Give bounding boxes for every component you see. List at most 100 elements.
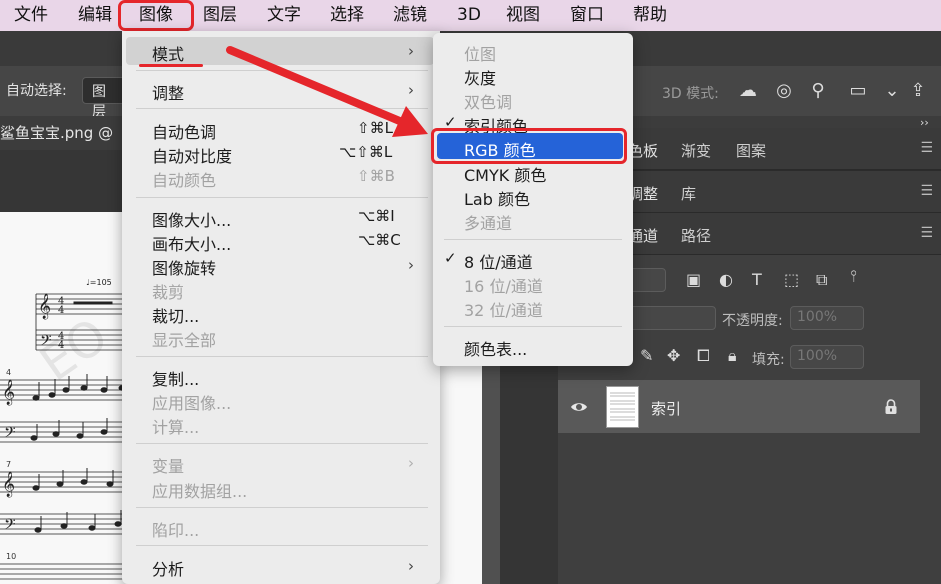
menu-select[interactable]: 选择 bbox=[330, 0, 364, 31]
menu-separator bbox=[136, 70, 428, 71]
menu-item-crop: 裁剪 bbox=[152, 279, 184, 303]
menu-separator bbox=[444, 239, 622, 240]
menu-item-adjustments[interactable]: 调整 bbox=[152, 80, 184, 104]
panel-menu-icon[interactable]: ☰ bbox=[920, 183, 933, 199]
menu-item-trap: 陷印... bbox=[152, 517, 199, 541]
document-tab[interactable]: 鲨鱼宝宝.png @ bbox=[0, 122, 113, 143]
chevron-right-icon: › bbox=[408, 42, 414, 60]
menu-item-calculations: 计算... bbox=[152, 414, 199, 438]
lock-icon bbox=[884, 399, 898, 415]
menu-item-auto-color: 自动颜色 bbox=[152, 167, 216, 191]
menu-item-reveal-all: 显示全部 bbox=[152, 327, 216, 351]
mode-multichannel: 多通道 bbox=[464, 210, 512, 234]
mode-8-bits[interactable]: 8 位/通道 bbox=[464, 249, 533, 273]
fill-label: 填充: bbox=[752, 349, 785, 369]
roll-3d-icon[interactable]: ◎ bbox=[772, 80, 796, 102]
chevron-right-icon: › bbox=[408, 81, 414, 99]
svg-text:𝄞: 𝄞 bbox=[2, 379, 15, 405]
mode-annotation-underline bbox=[139, 64, 203, 67]
menu-item-auto-contrast[interactable]: 自动对比度 bbox=[152, 143, 232, 167]
menu-item-image-rotation[interactable]: 图像旋转 bbox=[152, 255, 216, 279]
brush-icon[interactable]: ✎ bbox=[640, 346, 653, 365]
filter-pixel-icon[interactable]: ▣ bbox=[686, 270, 701, 289]
mode-bitmap: 位图 bbox=[464, 41, 496, 65]
menu-item-auto-tone[interactable]: 自动色调 bbox=[152, 119, 216, 143]
opacity-input[interactable]: 100% bbox=[790, 306, 864, 330]
opacity-label: 不透明度: bbox=[722, 310, 783, 330]
mode-color-table[interactable]: 颜色表... bbox=[464, 336, 527, 360]
orbit-3d-icon[interactable]: ☁ bbox=[736, 80, 760, 102]
checkmark-icon: ✓ bbox=[444, 249, 457, 267]
search-icon[interactable]: ⚲ bbox=[806, 80, 830, 102]
3d-mode-label: 3D 模式: bbox=[662, 83, 719, 103]
menu-item-apply-image: 应用图像... bbox=[152, 390, 231, 414]
menu-item-image-size[interactable]: 图像大小... bbox=[152, 207, 231, 231]
mode-lab-color[interactable]: Lab 颜色 bbox=[464, 186, 530, 210]
mode-duotone: 双色调 bbox=[464, 89, 512, 113]
svg-text:4: 4 bbox=[58, 305, 64, 316]
filter-adjustment-icon[interactable]: ◐ bbox=[719, 270, 733, 289]
svg-text:𝄞: 𝄞 bbox=[38, 293, 51, 319]
menu-separator bbox=[136, 108, 428, 109]
svg-text:𝄢: 𝄢 bbox=[40, 332, 52, 353]
menu-item-variables: 变量 bbox=[152, 453, 184, 477]
mode-16-bits: 16 位/通道 bbox=[464, 273, 543, 297]
menu-bar: 文件 编辑 图像 图层 文字 选择 滤镜 3D 视图 窗口 帮助 bbox=[0, 0, 941, 31]
menu-help[interactable]: 帮助 bbox=[633, 0, 667, 31]
chevron-right-icon: › bbox=[408, 454, 414, 472]
image-menu-annotation-box bbox=[118, 0, 194, 31]
menu-separator bbox=[136, 507, 428, 508]
svg-text:𝄞: 𝄞 bbox=[2, 471, 15, 497]
menu-filter[interactable]: 滤镜 bbox=[393, 0, 427, 31]
panel-group-adjustments: ☰ bbox=[630, 171, 941, 213]
chevron-down-icon[interactable]: ⌄ bbox=[880, 80, 904, 102]
rgb-annotation-box bbox=[431, 128, 627, 164]
shortcut-canvas-size: ⌥⌘C bbox=[358, 231, 401, 249]
share-icon[interactable]: ⇪ bbox=[906, 80, 930, 102]
workspace-icon[interactable]: ▭ bbox=[846, 80, 870, 102]
menu-layer[interactable]: 图层 bbox=[203, 0, 237, 31]
move-icon[interactable]: ✥ bbox=[667, 346, 680, 365]
menu-edit[interactable]: 编辑 bbox=[78, 0, 112, 31]
eye-icon[interactable] bbox=[570, 398, 588, 416]
menu-window[interactable]: 窗口 bbox=[570, 0, 604, 31]
panel-menu-icon[interactable]: ☰ bbox=[920, 140, 933, 156]
menu-separator bbox=[136, 545, 428, 546]
filter-type-icon[interactable]: T bbox=[752, 270, 762, 289]
auto-select-label: 自动选择: bbox=[6, 80, 67, 100]
tab-paths[interactable]: 路径 bbox=[681, 225, 711, 246]
shortcut-auto-contrast: ⌥⇧⌘L bbox=[339, 143, 392, 161]
chevron-right-icon: › bbox=[408, 256, 414, 274]
filter-smartobject-icon[interactable]: ⧉ bbox=[816, 270, 827, 290]
menu-view[interactable]: 视图 bbox=[506, 0, 540, 31]
menu-item-mode[interactable]: 模式 bbox=[152, 41, 184, 65]
filter-shape-icon[interactable]: ⬚ bbox=[784, 270, 799, 289]
menu-type[interactable]: 文字 bbox=[267, 0, 301, 31]
mode-32-bits: 32 位/通道 bbox=[464, 297, 543, 321]
tab-patterns[interactable]: 图案 bbox=[736, 140, 766, 161]
artboard-icon[interactable]: ⧠ bbox=[697, 346, 710, 366]
shortcut-auto-tone: ⇧⌘L bbox=[357, 119, 393, 137]
filter-toggle-icon[interactable]: ⫯ bbox=[850, 266, 857, 286]
shortcut-image-size: ⌥⌘I bbox=[358, 207, 395, 225]
fill-input[interactable]: 100% bbox=[790, 345, 864, 369]
menu-item-canvas-size[interactable]: 画布大小... bbox=[152, 231, 231, 255]
menu-separator bbox=[136, 356, 428, 357]
panel-menu-icon[interactable]: ☰ bbox=[920, 225, 933, 241]
layer-name[interactable]: 索引 bbox=[651, 398, 681, 419]
menu-item-analysis[interactable]: 分析 bbox=[152, 556, 184, 580]
svg-text:𝄢: 𝄢 bbox=[4, 516, 16, 537]
panel-group-swatches: ☰ bbox=[630, 128, 941, 170]
mode-grayscale[interactable]: 灰度 bbox=[464, 65, 496, 89]
mode-cmyk-color[interactable]: CMYK 颜色 bbox=[464, 162, 546, 186]
menu-item-duplicate[interactable]: 复制... bbox=[152, 366, 199, 390]
panel-group-channels: ☰ bbox=[630, 213, 941, 255]
menu-item-trim[interactable]: 裁切... bbox=[152, 303, 199, 327]
menu-item-apply-data-set: 应用数据组... bbox=[152, 478, 247, 502]
lock-all-icon[interactable]: 🔒︎ bbox=[728, 346, 737, 366]
tab-gradients[interactable]: 渐变 bbox=[681, 140, 711, 161]
chevron-right-icon: › bbox=[408, 557, 414, 575]
tab-libraries[interactable]: 库 bbox=[681, 183, 696, 204]
menu-3d[interactable]: 3D bbox=[457, 0, 481, 31]
menu-file[interactable]: 文件 bbox=[14, 0, 48, 31]
